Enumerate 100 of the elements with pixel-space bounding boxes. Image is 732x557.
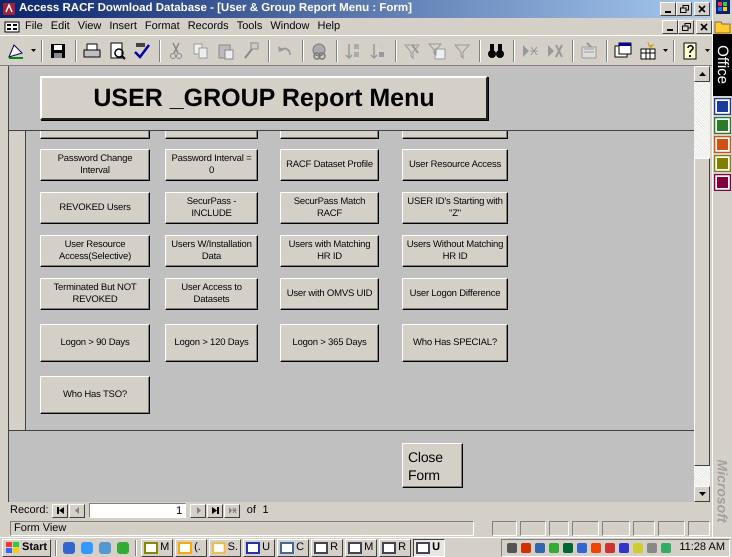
report-button[interactable]: Logon > 90 Days xyxy=(40,324,150,362)
report-button[interactable]: Password Change Interval xyxy=(40,149,150,181)
status-panel xyxy=(492,520,518,536)
previous-record-icon xyxy=(72,507,82,514)
start-button[interactable]: Start xyxy=(2,538,52,556)
last-record-button[interactable] xyxy=(207,504,224,518)
new-record-button[interactable] xyxy=(224,504,240,518)
record-of-label: of xyxy=(246,504,256,517)
scroll-up-icon[interactable] xyxy=(698,72,706,76)
caret-icon[interactable] xyxy=(31,48,36,52)
close-form-button[interactable]: Close Form xyxy=(402,443,463,488)
report-button[interactable]: User Resource Access(Selective) xyxy=(40,235,150,267)
caret-icon[interactable] xyxy=(705,48,710,52)
report-button[interactable]: SecurPass - INCLUDE xyxy=(165,192,258,224)
new-object-icon[interactable] xyxy=(638,40,658,60)
report-button[interactable]: Password Interval = 0 xyxy=(165,149,258,181)
tray-icon xyxy=(562,540,574,554)
window-icon xyxy=(348,540,362,554)
report-button[interactable]: Users with Matching HR ID xyxy=(280,235,379,267)
last-record-icon xyxy=(210,507,220,514)
restore-button[interactable] xyxy=(676,2,692,16)
report-button[interactable]: Who Has TSO? xyxy=(40,376,150,414)
clock-icon[interactable] xyxy=(714,155,731,172)
window-icon xyxy=(212,540,226,554)
menu-item[interactable]: View xyxy=(74,20,104,33)
report-button[interactable]: Who Has SPECIAL? xyxy=(402,324,508,362)
report-button[interactable] xyxy=(280,131,379,139)
record-label: Record: xyxy=(10,504,49,517)
report-button[interactable]: Users W/Installation Data xyxy=(165,235,258,267)
scroll-down-icon[interactable] xyxy=(698,492,706,496)
caret-icon[interactable] xyxy=(663,48,668,52)
status-panel xyxy=(572,520,600,536)
window-icon xyxy=(416,540,430,554)
minimize-button[interactable] xyxy=(662,20,678,34)
close-icon xyxy=(700,22,708,30)
previous-record-button[interactable] xyxy=(69,504,86,518)
word-icon[interactable] xyxy=(714,98,731,115)
quick-launch-icon[interactable] xyxy=(61,540,78,556)
report-button[interactable]: User Logon Difference xyxy=(402,278,508,310)
spelling-icon[interactable] xyxy=(132,40,152,60)
report-button[interactable]: RACF Dataset Profile xyxy=(280,149,379,181)
minimize-icon xyxy=(667,28,673,30)
record-number-field[interactable]: 1 xyxy=(89,503,186,518)
report-button[interactable]: Logon > 365 Days xyxy=(280,324,379,362)
taskbar-button[interactable]: M xyxy=(345,538,378,556)
tray-icon xyxy=(632,540,644,554)
window-icon xyxy=(246,540,260,554)
tray-icon xyxy=(506,540,518,554)
excel-icon[interactable] xyxy=(714,117,731,134)
windows-logo-icon xyxy=(716,0,730,14)
taskbar-button[interactable]: C xyxy=(277,538,310,556)
report-button[interactable]: SecurPass Match RACF xyxy=(280,192,379,224)
window-title: Access RACF Download Database - [User & Group Report Menu : Form] xyxy=(19,2,412,16)
minimize-button[interactable] xyxy=(660,2,676,16)
taskbar-button[interactable]: (. xyxy=(175,538,208,556)
status-panel xyxy=(688,520,710,536)
report-button[interactable]: User Access to Datasets xyxy=(165,278,258,310)
taskbar-button[interactable]: U xyxy=(413,538,446,556)
taskbar-button[interactable]: R xyxy=(379,538,412,556)
restore-button[interactable] xyxy=(678,20,694,34)
window-icon xyxy=(178,540,192,554)
report-button[interactable] xyxy=(40,131,150,139)
menu-item[interactable]: Records xyxy=(184,20,232,33)
menu-item[interactable]: Tools xyxy=(234,20,266,33)
status-panel xyxy=(632,520,655,536)
clock: 11:28 AM xyxy=(679,541,725,554)
tray-icon xyxy=(548,540,560,554)
taskbar-button[interactable]: R xyxy=(311,538,344,556)
scrollbar[interactable] xyxy=(694,66,710,502)
next-record-button[interactable] xyxy=(190,504,206,518)
powerpoint-icon[interactable] xyxy=(714,136,731,153)
close-button[interactable] xyxy=(694,2,710,16)
form-icon[interactable] xyxy=(4,20,20,34)
report-button[interactable]: USER ID's Starting with "Z" xyxy=(402,192,508,224)
report-button[interactable]: Logon > 120 Days xyxy=(165,324,258,362)
menu-item[interactable]: Help xyxy=(314,20,344,33)
taskbar-button[interactable]: M xyxy=(141,538,174,556)
report-button[interactable] xyxy=(402,131,508,139)
menu-item[interactable]: File xyxy=(22,20,46,33)
first-record-button[interactable] xyxy=(52,504,68,518)
menu-item[interactable]: Insert xyxy=(106,20,140,33)
report-button[interactable]: User with OMVS UID xyxy=(280,278,379,310)
taskbar-button[interactable]: S. xyxy=(209,538,242,556)
window-icon xyxy=(280,540,294,554)
report-button[interactable]: User Resource Access xyxy=(402,149,508,181)
menu-item[interactable]: Window xyxy=(267,20,312,33)
close-button[interactable] xyxy=(696,20,712,34)
report-button[interactable]: Users Without Matching HR ID xyxy=(402,235,508,267)
taskbar-button[interactable]: U xyxy=(243,538,276,556)
access-icon[interactable] xyxy=(714,174,731,191)
report-button[interactable] xyxy=(165,131,258,139)
menu-item[interactable]: Edit xyxy=(48,20,73,33)
tray-icon xyxy=(646,540,658,554)
menu-item[interactable]: Format xyxy=(142,20,183,33)
tray-icon xyxy=(660,540,672,554)
print-icon[interactable] xyxy=(82,40,102,60)
database-window-icon[interactable] xyxy=(613,40,633,60)
report-button[interactable]: Terminated But NOT REVOKED xyxy=(40,278,150,310)
report-button[interactable]: REVOKED Users xyxy=(40,192,150,224)
tray-icon xyxy=(604,540,616,554)
